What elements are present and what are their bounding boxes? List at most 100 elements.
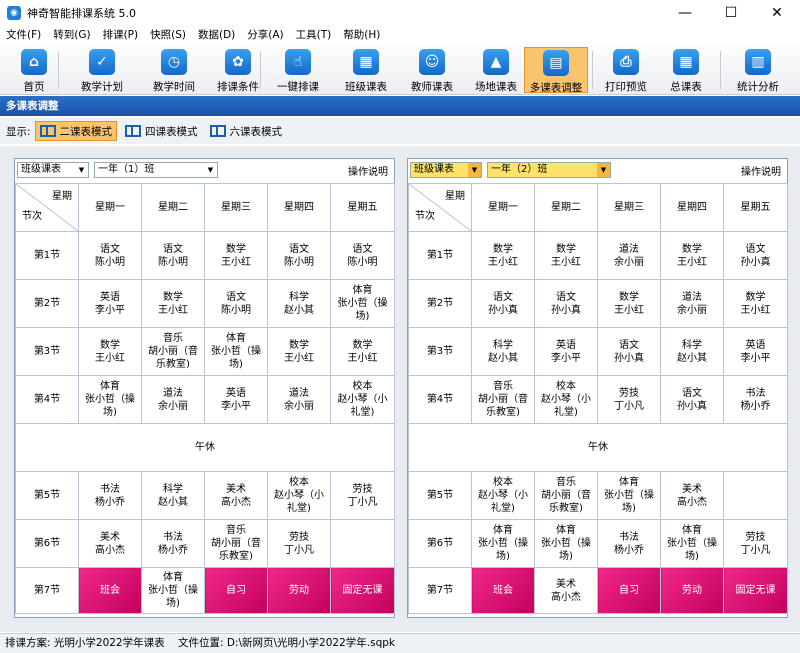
toolbar-button-4[interactable]: ✿ 排课条件 [204,47,272,93]
menu-data[interactable]: 数据(D) [192,25,241,45]
toolbar-button-1[interactable]: ⌂ 首页 [8,47,60,93]
toolbar-button-10[interactable]: ⎙ 打印预览 [592,47,660,93]
lesson-cell[interactable]: 固定无课 [330,567,395,614]
lesson-cell[interactable]: 语文 陈小明 [267,231,331,280]
lesson-cell[interactable]: 英语 李小平 [534,327,598,376]
lesson-cell[interactable]: 音乐 胡小丽（音 乐教室) [141,327,205,376]
lesson-cell[interactable]: 科学 赵小其 [471,327,535,376]
lesson-cell[interactable]: 语文 孙小真 [597,327,661,376]
lesson-cell[interactable]: 数学 王小红 [471,231,535,280]
lesson-cell[interactable]: 语文 陈小明 [204,279,268,328]
help-link[interactable]: 操作说明 [348,163,388,178]
lesson-cell[interactable]: 数学 王小红 [330,327,395,376]
lesson-cell[interactable] [330,519,395,568]
menu-tools[interactable]: 工具(T) [290,25,338,45]
lesson-cell[interactable]: 书法 杨小乔 [597,519,661,568]
lesson-cell[interactable]: 书法 杨小乔 [141,519,205,568]
lesson-cell[interactable]: 科学 赵小其 [660,327,724,376]
lesson-cell[interactable]: 道法 余小丽 [597,231,661,280]
lesson-cell[interactable]: 校本 赵小琴（小 礼堂) [330,375,395,424]
lesson-cell[interactable]: 英语 李小平 [78,279,142,328]
lesson-cell[interactable]: 体育张小哲（操场) [597,471,661,520]
lesson-cell[interactable]: 数学 王小红 [141,279,205,328]
lesson-cell[interactable]: 美术 高小杰 [204,471,268,520]
lesson-cell[interactable]: 劳技 丁小凡 [330,471,395,520]
toolbar-button-12[interactable]: ▥ 统计分析 [724,47,792,93]
lesson-cell[interactable]: 固定无课 [723,567,788,614]
toolbar-button-9[interactable]: ▤ 多课表调整 [524,47,588,94]
menu-snapshot[interactable]: 快照(S) [144,25,192,45]
toolbar-button-6[interactable]: ▦ 班级课表 [332,47,400,93]
lesson-cell[interactable]: 道法 余小丽 [660,279,724,328]
lesson-cell[interactable]: 英语 李小平 [204,375,268,424]
lesson-cell[interactable]: 劳动 [267,567,331,614]
lesson-cell[interactable]: 语文 陈小明 [330,231,395,280]
lesson-cell[interactable]: 体育张小哲（操场) [78,375,142,424]
lesson-cell[interactable]: 语文 孙小真 [534,279,598,328]
lesson-cell[interactable]: 校本 赵小琴（小 礼堂) [471,471,535,520]
minimize-button[interactable]: — [662,0,708,25]
lesson-cell[interactable]: 美术 高小杰 [534,567,598,614]
lesson-cell[interactable]: 数学 王小红 [204,231,268,280]
lesson-cell[interactable]: 数学 王小红 [660,231,724,280]
lesson-cell[interactable]: 数学 王小红 [723,279,788,328]
lesson-cell[interactable]: 劳动 [660,567,724,614]
lesson-cell[interactable]: 劳技 丁小凡 [267,519,331,568]
toolbar-button-2[interactable]: ✓ 教学计划 [68,47,136,93]
two-schedule-mode-button[interactable]: 二课表模式 [34,121,118,141]
lesson-cell[interactable]: 自习 [597,567,661,614]
lesson-cell[interactable]: 语文 孙小真 [660,375,724,424]
menu-help[interactable]: 帮助(H) [337,25,386,45]
lesson-cell[interactable]: 校本 赵小琴（小 礼堂) [534,375,598,424]
lesson-cell[interactable]: 音乐 胡小丽（音 乐教室) [471,375,535,424]
close-button[interactable]: ✕ [754,0,800,25]
toolbar-button-7[interactable]: ☺ 教师课表 [398,47,466,93]
class-select[interactable]: 一年（2）班 ▼ [487,162,611,178]
toolbar-button-11[interactable]: ▦ 总课表 [660,47,712,93]
lesson-cell[interactable]: 音乐 胡小丽（音 乐教室) [534,471,598,520]
lesson-cell[interactable]: 英语 李小平 [723,327,788,376]
class-select[interactable]: 一年（1）班 ▼ [94,162,218,178]
lesson-cell[interactable]: 书法 杨小乔 [78,471,142,520]
lesson-cell[interactable]: 数学 王小红 [78,327,142,376]
lesson-cell[interactable]: 数学 王小红 [534,231,598,280]
lesson-cell[interactable]: 校本 赵小琴（小 礼堂) [267,471,331,520]
lesson-cell[interactable]: 道法 余小丽 [267,375,331,424]
lesson-cell[interactable]: 班会 [471,567,535,614]
lesson-cell[interactable]: 音乐 胡小丽（音 乐教室) [204,519,268,568]
lesson-cell[interactable]: 语文 陈小明 [78,231,142,280]
lesson-cell[interactable]: 语文 孙小真 [723,231,788,280]
menu-schedule[interactable]: 排课(P) [97,25,145,45]
lesson-cell[interactable]: 数学 王小红 [597,279,661,328]
lesson-cell[interactable]: 书法 杨小乔 [723,375,788,424]
lesson-cell[interactable]: 体育张小哲（操场) [534,519,598,568]
schedule-type-select[interactable]: 班级课表 ▼ [410,162,482,178]
lesson-cell[interactable]: 班会 [78,567,142,614]
help-link[interactable]: 操作说明 [741,163,781,178]
lesson-cell[interactable]: 数学 王小红 [267,327,331,376]
menu-file[interactable]: 文件(F) [0,25,47,45]
lesson-cell[interactable]: 美术 高小杰 [660,471,724,520]
lesson-cell[interactable]: 科学 赵小其 [267,279,331,328]
toolbar-button-3[interactable]: ◷ 教学时间 [140,47,208,93]
lesson-cell[interactable]: 语文 陈小明 [141,231,205,280]
lesson-cell[interactable]: 语文 孙小真 [471,279,535,328]
lesson-cell[interactable] [723,471,788,520]
lesson-cell[interactable]: 劳技 丁小凡 [597,375,661,424]
toolbar-button-5[interactable]: ☝ 一键排课 [264,47,332,93]
lesson-cell[interactable]: 自习 [204,567,268,614]
lesson-cell[interactable]: 体育张小哲（操场) [141,567,205,614]
lesson-cell[interactable]: 美术 高小杰 [78,519,142,568]
lesson-cell[interactable]: 道法 余小丽 [141,375,205,424]
four-schedule-mode-button[interactable]: 四课表模式 [121,121,202,141]
lesson-cell[interactable]: 科学 赵小其 [141,471,205,520]
toolbar-button-8[interactable]: ▲ 场地课表 [462,47,530,93]
lesson-cell[interactable]: 体育张小哲（操场) [660,519,724,568]
lesson-cell[interactable]: 劳技 丁小凡 [723,519,788,568]
schedule-type-select[interactable]: 班级课表 ▼ [17,162,89,178]
lesson-cell[interactable]: 体育张小哲（操场) [330,279,395,328]
lesson-cell[interactable]: 体育张小哲（操场) [204,327,268,376]
menu-goto[interactable]: 转到(G) [47,25,96,45]
six-schedule-mode-button[interactable]: 六课表模式 [206,121,287,141]
menu-share[interactable]: 分享(A) [241,25,289,45]
